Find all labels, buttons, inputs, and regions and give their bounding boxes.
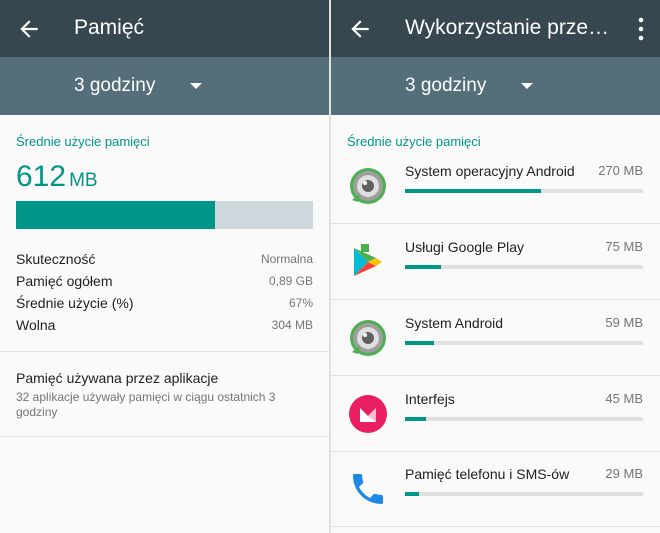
dropdown-arrow-icon[interactable]: [521, 83, 533, 89]
stat-key: Wolna: [16, 317, 56, 333]
average-memory-unit: MB: [69, 170, 98, 191]
android-os-icon: [350, 168, 386, 204]
stat-key: Skuteczność: [16, 251, 96, 267]
stat-row-efficiency: Skuteczność Normalna: [16, 251, 313, 271]
app-size: 75 MB: [605, 239, 643, 254]
average-memory-value: 612 MB: [16, 160, 98, 194]
app-usage-bar: [405, 189, 643, 193]
memory-screen: Pamięć 3 godziny Średnie użycie pamięci …: [0, 0, 329, 533]
stat-row-total-memory: Pamięć ogółem 0,89 GB: [16, 273, 313, 293]
section-label: Średnie użycie pamięci: [16, 134, 150, 149]
app-usage-bar: [405, 417, 643, 421]
app-bar: Wykorzystanie przez aplikacje: [331, 0, 660, 57]
google-play-services-icon: [354, 244, 382, 276]
app-name: System Android: [405, 315, 504, 331]
app-usage-bar: [405, 265, 643, 269]
app-name: Pamięć telefonu i SMS-ów: [405, 466, 570, 482]
apps-memory-title: Pamięć używana przez aplikacje: [16, 370, 219, 386]
memory-usage-fill: [16, 201, 215, 229]
page-title: Wykorzystanie przez aplikacje: [405, 16, 615, 39]
period-spinner[interactable]: 3 godziny: [331, 57, 660, 115]
divider: [331, 375, 660, 376]
stat-value: 67%: [288, 296, 313, 310]
period-selected[interactable]: 3 godziny: [74, 75, 155, 97]
app-size: 29 MB: [605, 466, 643, 481]
app-size: 270 MB: [598, 163, 643, 178]
page-title: Pamięć: [74, 16, 145, 39]
interface-launcher-icon: [349, 395, 387, 433]
apps-memory-subtitle: 32 aplikacje używały pamięci w ciągu ost…: [16, 390, 276, 419]
app-row-phone-sms[interactable]: Pamięć telefonu i SMS-ów 29 MB: [331, 452, 660, 527]
stat-value: 0,89 GB: [268, 274, 313, 288]
period-selected[interactable]: 3 godziny: [405, 75, 486, 97]
more-options-icon[interactable]: [636, 16, 646, 42]
app-usage-fill: [405, 265, 441, 269]
app-name: Usługi Google Play: [405, 239, 525, 255]
app-row-interface[interactable]: Interfejs 45 MB: [331, 377, 660, 452]
app-bar: Pamięć: [0, 0, 329, 57]
app-usage-fill: [405, 417, 427, 421]
divider: [0, 351, 329, 352]
app-size: 45 MB: [605, 391, 643, 406]
average-memory-number: 612: [16, 160, 67, 193]
app-row-android-os[interactable]: System operacyjny Android 270 MB: [331, 149, 660, 224]
divider: [331, 299, 660, 300]
back-arrow-icon[interactable]: [347, 16, 373, 42]
stat-value: 304 MB: [271, 318, 313, 332]
section-label: Średnie użycie pamięci: [347, 134, 481, 149]
divider: [0, 436, 329, 437]
app-usage-fill: [405, 189, 541, 193]
memory-usage-bar: [16, 201, 313, 229]
stat-key: Pamięć ogółem: [16, 273, 113, 289]
period-spinner[interactable]: 3 godziny: [0, 57, 329, 115]
app-usage-bar: [405, 341, 643, 345]
app-name: Interfejs: [405, 391, 455, 407]
app-row-google-play-services[interactable]: Usługi Google Play 75 MB: [331, 225, 660, 300]
android-system-icon: [350, 320, 386, 356]
stat-value: Normalna: [260, 252, 313, 266]
app-size: 59 MB: [605, 315, 643, 330]
app-row-android-system[interactable]: System Android 59 MB: [331, 301, 660, 376]
stat-key: Średnie użycie (%): [16, 295, 134, 311]
back-arrow-icon[interactable]: [16, 16, 42, 42]
app-usage-bar: [405, 492, 643, 496]
phone-icon: [353, 474, 383, 504]
divider: [331, 223, 660, 224]
apps-memory-link[interactable]: Pamięć używana przez aplikacje 32 aplika…: [16, 370, 296, 420]
stat-row-average-usage: Średnie użycie (%) 67%: [16, 295, 313, 315]
app-usage-fill: [405, 492, 420, 496]
app-name: System operacyjny Android: [405, 163, 575, 179]
app-usage-screen: Wykorzystanie przez aplikacje 3 godziny …: [331, 0, 660, 533]
dropdown-arrow-icon[interactable]: [190, 83, 202, 89]
divider: [331, 526, 660, 527]
app-usage-fill: [405, 341, 434, 345]
stat-row-free: Wolna 304 MB: [16, 317, 313, 337]
